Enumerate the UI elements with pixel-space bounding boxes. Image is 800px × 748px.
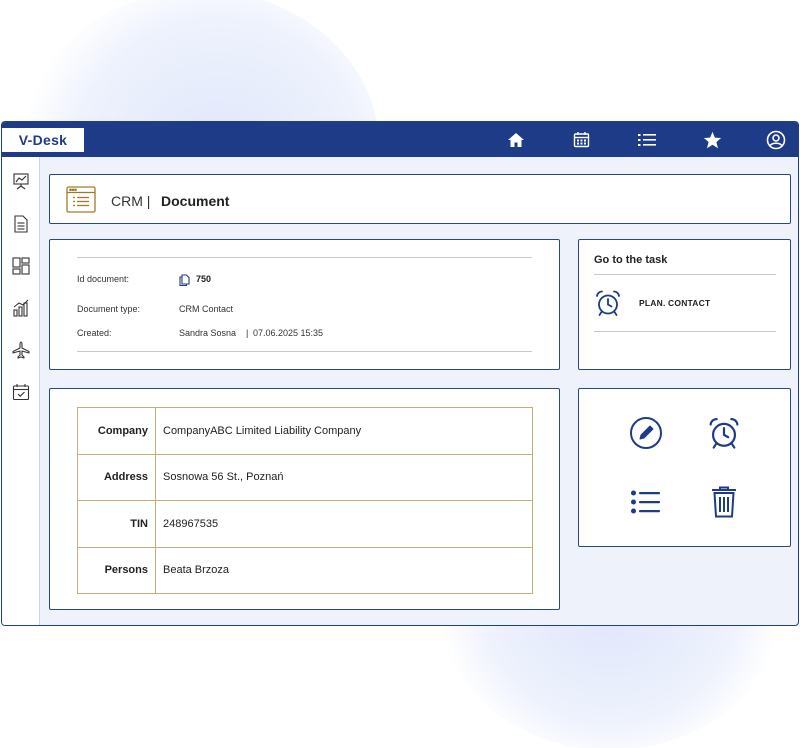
company-value: CompanyABC Limited Liability Company (155, 407, 533, 455)
delete-button[interactable] (704, 482, 744, 522)
calendar-icon[interactable] (564, 122, 598, 157)
document-info-panel: Id document: 750 Document type: CRM Cont… (49, 239, 560, 370)
document-icon[interactable] (9, 212, 33, 236)
address-label: Address (77, 453, 156, 501)
company-label: Company (77, 407, 156, 455)
divider (594, 331, 776, 332)
table-row: Address Sosnowa 56 St., Poznań (77, 453, 533, 501)
task-panel: Go to the task PLAN. CONTACT (578, 239, 791, 370)
set-reminder-button[interactable] (704, 413, 744, 453)
id-document-value: 750 (196, 274, 212, 284)
bar-chart-icon[interactable] (9, 296, 33, 320)
edit-button[interactable] (626, 413, 666, 453)
user-profile-icon[interactable] (759, 122, 793, 157)
divider (77, 257, 532, 258)
list-icon[interactable] (630, 122, 664, 157)
app-logo[interactable]: V-Desk (2, 128, 84, 152)
table-row: Company CompanyABC Limited Liability Com… (77, 407, 533, 455)
task-link-plan-contact[interactable]: PLAN. CONTACT (639, 298, 710, 308)
persons-label: Persons (77, 546, 156, 594)
details-table: Company CompanyABC Limited Liability Com… (77, 407, 533, 594)
details-panel: Company CompanyABC Limited Liability Com… (49, 388, 560, 610)
page-header: CRM | Document (49, 174, 791, 224)
divider (594, 274, 776, 275)
created-date-value: 07.06.2025 15:35 (253, 328, 324, 338)
document-type-label: Document type: (77, 304, 141, 314)
document-type-value: CRM Contact (179, 304, 234, 314)
alarm-clock-icon (709, 417, 739, 449)
actions-panel (578, 388, 791, 547)
home-icon[interactable] (499, 122, 533, 157)
tin-label: TIN (77, 500, 156, 548)
task-panel-title: Go to the task (594, 254, 668, 266)
calendar-check-icon[interactable] (9, 380, 33, 404)
tin-value: 248967535 (155, 500, 533, 548)
alarm-clock-icon[interactable] (594, 289, 622, 322)
persons-value: Beata Brzoza (155, 546, 533, 594)
airplane-icon[interactable] (9, 338, 33, 362)
sidebar (2, 157, 40, 625)
created-by-value: Sandra Sosna (179, 328, 237, 338)
id-document-label: Id document: (77, 274, 130, 284)
divider (77, 351, 532, 352)
page-title: Document (161, 193, 230, 209)
created-label: Created: (77, 328, 112, 338)
copy-document-icon[interactable] (179, 273, 190, 291)
edit-icon (630, 417, 662, 449)
page-title-prefix: CRM | (111, 193, 151, 209)
app-window: V-Desk CRM | Document Id document: 750 D… (1, 121, 799, 626)
task-list-button[interactable] (626, 482, 666, 522)
table-row: Persons Beata Brzoza (77, 546, 533, 594)
created-separator: | (246, 328, 249, 338)
address-value: Sosnowa 56 St., Poznań (155, 453, 533, 501)
table-row: TIN 248967535 (77, 500, 533, 548)
star-icon[interactable] (695, 122, 729, 157)
dashboard-icon[interactable] (9, 254, 33, 278)
top-bar: V-Desk (2, 122, 798, 157)
analytics-board-icon[interactable] (9, 169, 33, 193)
window-list-icon (66, 186, 96, 218)
list-icon (631, 490, 660, 514)
trash-icon (712, 486, 736, 518)
